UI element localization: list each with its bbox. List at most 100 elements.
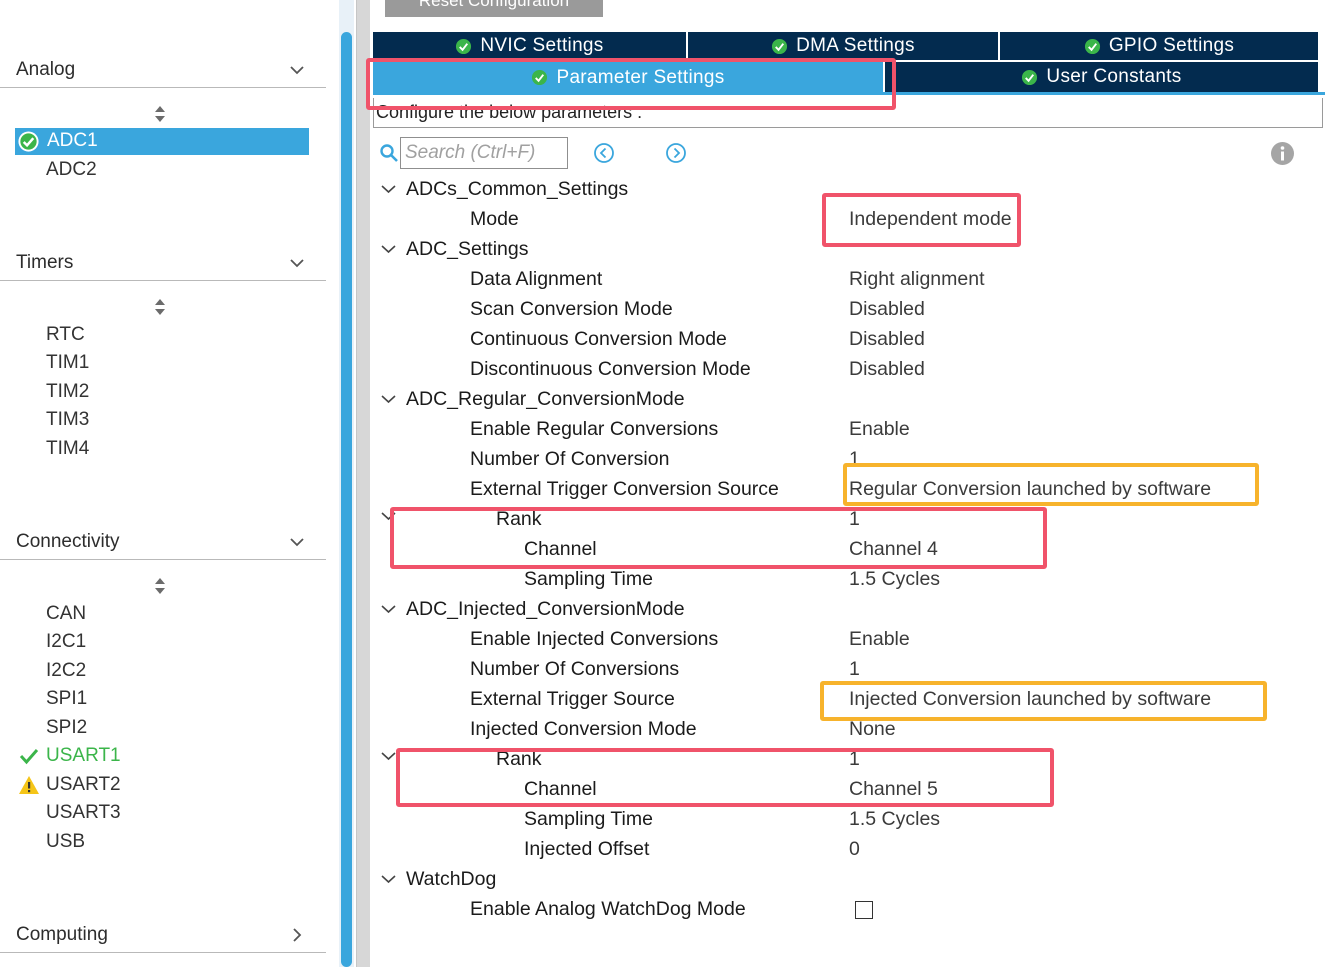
param-name: Enable Injected Conversions [470, 628, 719, 650]
param-row-enable-regular-conversions[interactable]: Enable Regular Conversions Enable [0, 415, 1329, 445]
param-row-number-of-conversion[interactable]: Number Of Conversion 1 [0, 445, 1329, 475]
watchdog-checkbox[interactable] [855, 901, 873, 919]
tab-parameter-settings[interactable]: Parameter Settings [373, 62, 883, 93]
param-row-injected-offset[interactable]: Injected Offset 0 [0, 835, 1329, 865]
tab-label: GPIO Settings [1108, 35, 1235, 56]
chevron-down-icon[interactable] [380, 182, 397, 196]
param-name: Sampling Time [524, 568, 653, 590]
param-value[interactable]: 0 [849, 838, 860, 861]
param-value[interactable]: Enable [849, 628, 910, 651]
chevron-down-icon[interactable] [380, 509, 397, 523]
param-value[interactable]: Channel 5 [849, 778, 938, 801]
tree-group-adcs-common-settings[interactable]: ADCs_Common_Settings [0, 175, 1329, 205]
chevron-down-icon[interactable] [380, 242, 397, 256]
param-value[interactable]: Disabled [849, 328, 925, 351]
param-value[interactable]: Right alignment [849, 268, 985, 291]
sidebar-item-label: ADC1 [47, 130, 98, 151]
param-value[interactable]: Enable [849, 418, 910, 441]
param-name: Channel [524, 778, 597, 800]
search-input[interactable] [400, 137, 568, 169]
param-name: Rank [496, 508, 542, 530]
param-row-external-trigger-conversion-source[interactable]: External Trigger Conversion Source Regul… [0, 475, 1329, 505]
sort-icon[interactable] [152, 105, 168, 123]
param-row-number-of-conversions[interactable]: Number Of Conversions 1 [0, 655, 1329, 685]
tree-group-watchdog[interactable]: WatchDog [0, 865, 1329, 895]
tree-group-adc-regular-conversionmode[interactable]: ADC_Regular_ConversionMode [0, 385, 1329, 415]
check-circle-icon [1084, 38, 1100, 54]
param-row-external-trigger-source[interactable]: External Trigger Source Injected Convers… [0, 685, 1329, 715]
group-title: ADCs_Common_Settings [406, 178, 629, 200]
param-value[interactable]: Disabled [849, 358, 925, 381]
chevron-down-icon[interactable] [380, 872, 397, 886]
param-row-injected-sampling-time[interactable]: Sampling Time 1.5 Cycles [0, 805, 1329, 835]
param-name: Enable Regular Conversions [470, 418, 719, 440]
sidebar-item-adc1[interactable]: ADC1 [15, 128, 309, 155]
param-value[interactable]: Regular Conversion launched by software [849, 478, 1211, 501]
param-name: Number Of Conversions [470, 658, 680, 680]
param-value[interactable]: 1 [849, 448, 860, 471]
param-name: External Trigger Source [470, 688, 675, 710]
param-row-regular-channel[interactable]: Channel Channel 4 [0, 535, 1329, 565]
tree-group-adc-injected-conversionmode[interactable]: ADC_Injected_ConversionMode [0, 595, 1329, 625]
param-name: Injected Offset [524, 838, 650, 860]
chevron-down-icon[interactable] [380, 392, 397, 406]
tab-nvic-settings[interactable]: NVIC Settings [373, 32, 686, 60]
tab-dma-settings[interactable]: DMA Settings [688, 32, 998, 60]
chevron-down-icon[interactable] [380, 602, 397, 616]
param-row-regular-rank[interactable]: Rank 1 [0, 505, 1329, 535]
param-value[interactable]: 1 [849, 748, 860, 771]
tab-underline [373, 92, 1325, 95]
category-title: Computing [16, 924, 108, 945]
param-row-discontinuous-conversion-mode[interactable]: Discontinuous Conversion Mode Disabled [0, 355, 1329, 385]
param-name: Sampling Time [524, 808, 653, 830]
param-name: Data Alignment [470, 268, 603, 290]
param-row-enable-analog-watchdog-mode[interactable]: Enable Analog WatchDog Mode [0, 895, 1329, 925]
param-row-data-alignment[interactable]: Data Alignment Right alignment [0, 265, 1329, 295]
tab-label: Parameter Settings [556, 66, 725, 88]
param-value[interactable]: 1 [849, 658, 860, 681]
tab-label: NVIC Settings [480, 35, 604, 56]
param-value[interactable]: Disabled [849, 298, 925, 321]
reset-configuration-button[interactable]: Reset Configuration [385, 0, 603, 17]
tab-user-constants[interactable]: User Constants [885, 62, 1318, 92]
tab-label: User Constants [1046, 66, 1182, 87]
check-circle-icon [18, 131, 39, 152]
param-row-mode[interactable]: Mode Independent mode [0, 205, 1329, 235]
check-circle-icon [1022, 69, 1038, 85]
tree-group-adc-settings[interactable]: ADC_Settings [0, 235, 1329, 265]
check-circle-icon [532, 69, 548, 86]
group-title: WatchDog [406, 868, 497, 890]
param-row-scan-conversion-mode[interactable]: Scan Conversion Mode Disabled [0, 295, 1329, 325]
chevron-down-icon[interactable] [288, 61, 306, 79]
param-row-regular-sampling-time[interactable]: Sampling Time 1.5 Cycles [0, 565, 1329, 595]
param-name: Enable Analog WatchDog Mode [470, 898, 746, 920]
next-icon[interactable] [665, 142, 687, 164]
param-row-injected-channel[interactable]: Channel Channel 5 [0, 775, 1329, 805]
param-name: Mode [470, 208, 519, 230]
param-name: Injected Conversion Mode [470, 718, 697, 740]
param-value[interactable]: Injected Conversion launched by software [849, 688, 1211, 711]
group-title: ADC_Injected_ConversionMode [406, 598, 685, 620]
info-icon[interactable] [1270, 141, 1295, 166]
param-row-continuous-conversion-mode[interactable]: Continuous Conversion Mode Disabled [0, 325, 1329, 355]
param-name: Channel [524, 538, 597, 560]
param-row-injected-conversion-mode[interactable]: Injected Conversion Mode None [0, 715, 1329, 745]
param-value[interactable]: Channel 4 [849, 538, 938, 561]
tab-gpio-settings[interactable]: GPIO Settings [1000, 32, 1318, 60]
param-value[interactable]: None [849, 718, 896, 741]
param-value[interactable]: 1.5 Cycles [849, 568, 940, 591]
previous-icon[interactable] [593, 142, 615, 164]
param-value[interactable]: Independent mode [849, 208, 1012, 231]
check-circle-icon [772, 38, 788, 54]
param-value[interactable]: 1.5 Cycles [849, 808, 940, 831]
category-analog[interactable]: Analog [0, 52, 326, 88]
param-name: Continuous Conversion Mode [470, 328, 727, 350]
chevron-down-icon[interactable] [380, 749, 397, 763]
chevron-right-icon[interactable] [288, 926, 306, 944]
group-title: ADC_Settings [406, 238, 529, 260]
category-title: Analog [16, 59, 76, 80]
param-name: Rank [496, 748, 542, 770]
param-row-enable-injected-conversions[interactable]: Enable Injected Conversions Enable [0, 625, 1329, 655]
param-row-injected-rank[interactable]: Rank 1 [0, 745, 1329, 775]
param-value[interactable]: 1 [849, 508, 860, 531]
